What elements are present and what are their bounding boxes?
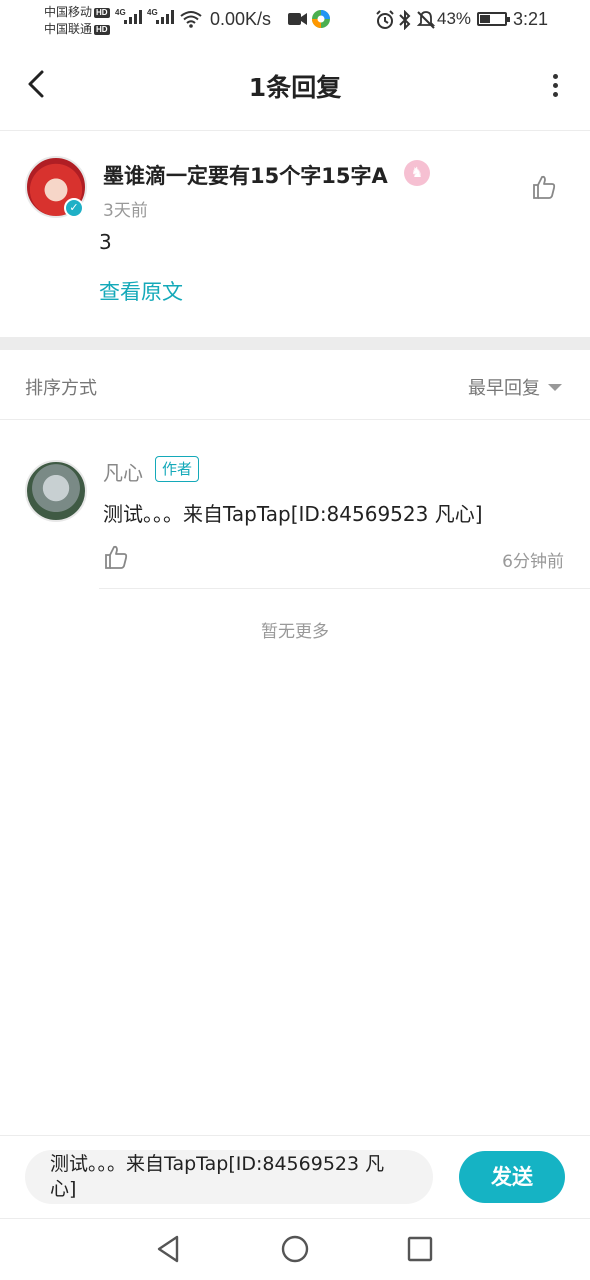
clock: 3:21 xyxy=(512,9,548,29)
reply-input[interactable]: 测试。。。来自TapTap[ID:84569523 凡心] xyxy=(25,1150,433,1204)
screen: 中国移动 HD 中国联通 HD 4G 4G 0.00K/s 43% 3:21 1… xyxy=(0,0,590,1280)
battery-fill xyxy=(480,15,491,23)
hd-badge: HD xyxy=(94,24,110,35)
no-more-label: 暂无更多 xyxy=(261,622,329,642)
verified-icon: ✓ xyxy=(64,198,84,218)
thumbs-up-icon[interactable] xyxy=(531,174,557,200)
original-comment: ✓ 墨谁滴一定要有15个字15字A ♞ 3天前 3 查看原文 xyxy=(0,131,590,337)
signal-icon xyxy=(156,10,174,24)
top-app-bar: 1条回复 xyxy=(0,40,590,131)
status-bar: 中国移动 HD 中国联通 HD 4G 4G 0.00K/s 43% 3:21 xyxy=(0,0,590,40)
reply-input-bar: 测试。。。来自TapTap[ID:84569523 凡心] 发送 xyxy=(0,1135,590,1218)
system-nav-bar xyxy=(0,1218,590,1280)
reply-time: 6分钟前 xyxy=(502,552,564,572)
avatar[interactable] xyxy=(25,460,87,522)
sort-dropdown[interactable]: 最早回复 xyxy=(468,374,562,400)
divider xyxy=(99,588,590,589)
section-divider xyxy=(0,337,590,350)
battery-icon xyxy=(477,12,510,26)
user-badge-icon: ♞ xyxy=(404,160,430,186)
reply-content: 测试。。。来自TapTap[ID:84569523 凡心] xyxy=(103,502,483,526)
page-title: 1条回复 xyxy=(248,73,342,102)
carrier-name-1: 中国移动 xyxy=(44,5,93,19)
carrier-info: 中国移动 HD 中国联通 HD xyxy=(44,4,110,38)
battery-percent: 43% xyxy=(437,9,472,28)
view-original-link[interactable]: 查看原文 xyxy=(99,276,183,306)
alarm-icon xyxy=(376,10,394,29)
more-vertical-icon[interactable] xyxy=(550,74,560,98)
reply-item: 凡心 作者 测试。。。来自TapTap[ID:84569523 凡心] 6分钟前 xyxy=(0,421,590,589)
app-notification-icon xyxy=(312,10,330,28)
thumbs-up-icon[interactable] xyxy=(103,544,129,570)
author-tag: 作者 xyxy=(155,456,200,482)
network-speed: 0.00K/s xyxy=(210,9,272,29)
bluetooth-icon xyxy=(399,10,411,30)
send-button[interactable]: 发送 xyxy=(459,1151,565,1203)
mute-icon xyxy=(416,11,436,29)
nav-recents-icon[interactable] xyxy=(404,1233,436,1265)
sort-selected-value: 最早回复 xyxy=(468,378,540,399)
reply-username[interactable]: 凡心 xyxy=(103,457,143,486)
video-camera-icon xyxy=(288,13,307,25)
dropdown-triangle-icon xyxy=(548,383,562,391)
hd-badge: HD xyxy=(94,7,110,18)
carrier-name-2: 中国联通 xyxy=(44,22,93,36)
sort-row: 排序方式 最早回复 xyxy=(0,350,590,420)
nav-home-icon[interactable] xyxy=(279,1233,311,1265)
wifi-icon xyxy=(180,11,202,28)
comment-content: 3 xyxy=(99,230,112,254)
signal-icon xyxy=(124,10,142,24)
comment-time: 3天前 xyxy=(103,201,148,221)
sort-label: 排序方式 xyxy=(25,378,97,399)
nav-back-icon[interactable] xyxy=(153,1233,185,1265)
comment-username[interactable]: 墨谁滴一定要有15个字15字A xyxy=(103,160,388,190)
